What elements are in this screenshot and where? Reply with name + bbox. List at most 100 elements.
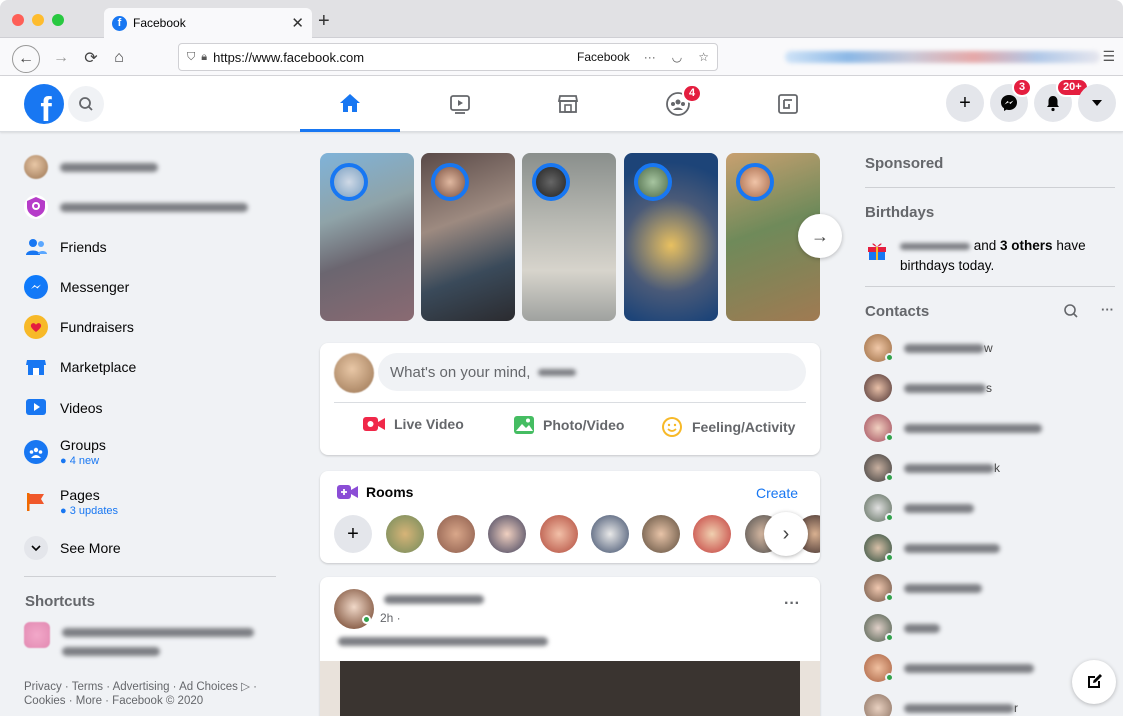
contact-item[interactable] bbox=[864, 532, 1000, 564]
close-tab-icon[interactable]: ✕ bbox=[291, 14, 304, 32]
rooms-next-chevron-icon[interactable]: › bbox=[764, 512, 808, 556]
sidebar-item-marketplace[interactable]: Marketplace bbox=[24, 349, 136, 385]
see-more-button[interactable]: See More bbox=[24, 530, 121, 566]
gaming-icon bbox=[778, 94, 798, 114]
shortcut-item[interactable] bbox=[24, 622, 254, 656]
browser-toolbar: ← → ⟳ ⌂ ⛉ 🔒︎ https://www.facebook.com Fa… bbox=[0, 38, 1123, 76]
post-options-icon[interactable]: ··· bbox=[784, 595, 800, 613]
story-card[interactable] bbox=[421, 153, 515, 321]
bookmark-star-icon[interactable]: ☆ bbox=[698, 50, 709, 64]
messenger-button[interactable]: 3 bbox=[990, 78, 1033, 122]
birthday-others: 3 others bbox=[1000, 238, 1053, 253]
feeling-activity-label: Feeling/Activity bbox=[692, 419, 796, 435]
room-avatar[interactable] bbox=[591, 515, 629, 553]
post-text-blurred bbox=[338, 637, 548, 646]
rooms-card: Rooms Create + › bbox=[320, 471, 820, 563]
pocket-icon[interactable]: ◡ bbox=[672, 50, 682, 64]
address-bar[interactable]: ⛉ 🔒︎ https://www.facebook.com Facebook ·… bbox=[178, 43, 718, 71]
avatar bbox=[532, 163, 570, 201]
sidebar-item-profile[interactable] bbox=[24, 149, 158, 185]
contact-item[interactable]: s bbox=[864, 372, 992, 404]
post-image[interactable] bbox=[320, 661, 820, 716]
contact-item[interactable]: k bbox=[864, 452, 1000, 484]
user-name-blurred bbox=[538, 368, 577, 376]
contacts-options-icon[interactable]: ··· bbox=[1101, 302, 1114, 317]
new-tab-icon[interactable]: + bbox=[318, 10, 330, 33]
room-avatar[interactable] bbox=[540, 515, 578, 553]
hamburger-menu-icon[interactable]: ☰ bbox=[1102, 48, 1115, 65]
zoom-window-button[interactable] bbox=[52, 14, 64, 26]
online-indicator bbox=[885, 673, 894, 682]
contact-name-blurred bbox=[904, 423, 1042, 433]
forward-icon[interactable]: → bbox=[48, 45, 74, 71]
contact-item[interactable] bbox=[864, 412, 1042, 444]
minimize-window-button[interactable] bbox=[32, 14, 44, 26]
sidebar-item-friends[interactable]: Friends bbox=[24, 229, 107, 265]
sidebar-item-pages[interactable]: Pages ● 3 updates bbox=[24, 482, 118, 522]
nav-watch-tab[interactable] bbox=[410, 76, 510, 132]
facebook-favicon-icon: f bbox=[112, 15, 127, 31]
nav-gaming-tab[interactable] bbox=[738, 76, 838, 132]
post-timestamp[interactable]: 2h · bbox=[380, 611, 401, 625]
stories-next-arrow-icon[interactable]: → bbox=[798, 214, 842, 258]
contact-item[interactable]: w bbox=[864, 332, 993, 364]
new-message-button[interactable] bbox=[1072, 660, 1116, 704]
notifications-button[interactable]: 20+ bbox=[1034, 78, 1089, 122]
reload-icon[interactable]: ⟳ bbox=[78, 45, 104, 71]
marketplace-icon bbox=[557, 95, 579, 113]
birthday-notice[interactable]: and 3 others have birthdays today. bbox=[866, 236, 1116, 276]
sidebar-item-label: Pages bbox=[60, 487, 100, 503]
room-avatar[interactable] bbox=[437, 515, 475, 553]
avatar bbox=[634, 163, 672, 201]
home-icon[interactable]: ⌂ bbox=[106, 45, 132, 71]
birthdays-heading: Birthdays bbox=[865, 204, 935, 221]
chevron-down-icon bbox=[24, 536, 48, 560]
create-button[interactable]: + bbox=[946, 84, 984, 122]
account-menu-button[interactable] bbox=[1078, 84, 1116, 122]
rooms-create-link[interactable]: Create bbox=[756, 485, 798, 501]
plus-icon: + bbox=[959, 91, 971, 114]
contact-item[interactable]: r bbox=[864, 692, 1018, 716]
sidebar-item-shortcut[interactable] bbox=[24, 189, 248, 225]
messenger-badge: 3 bbox=[1012, 78, 1033, 97]
photo-icon bbox=[514, 416, 534, 434]
search-icon[interactable] bbox=[68, 86, 104, 122]
photo-video-button[interactable]: Photo/Video bbox=[513, 415, 624, 435]
story-card[interactable] bbox=[624, 153, 718, 321]
contacts-search-icon[interactable] bbox=[1063, 303, 1079, 324]
contact-item[interactable] bbox=[864, 572, 982, 604]
contact-name-blurred bbox=[904, 543, 1000, 553]
footer-links[interactable]: Privacy · Terms · Advertising · Ad Choic… bbox=[24, 680, 286, 708]
nav-home-tab[interactable] bbox=[300, 76, 400, 132]
story-card[interactable] bbox=[522, 153, 616, 321]
sidebar-item-label: Videos bbox=[60, 400, 103, 416]
nav-groups-tab[interactable]: 4 bbox=[628, 76, 728, 132]
marketplace-icon bbox=[24, 355, 48, 379]
sidebar-item-groups[interactable]: Groups ● 4 new bbox=[24, 432, 106, 472]
room-avatar[interactable] bbox=[386, 515, 424, 553]
create-room-plus-icon[interactable]: + bbox=[334, 515, 372, 553]
back-icon[interactable]: ← bbox=[12, 45, 40, 73]
sidebar-item-fundraisers[interactable]: Fundraisers bbox=[24, 309, 134, 345]
story-card[interactable] bbox=[320, 153, 414, 321]
room-avatar[interactable] bbox=[642, 515, 680, 553]
tab-bar: f Facebook ✕ + bbox=[0, 0, 1123, 38]
feeling-activity-button[interactable]: Feeling/Activity bbox=[660, 415, 795, 439]
contact-item[interactable] bbox=[864, 612, 940, 644]
room-avatar[interactable] bbox=[693, 515, 731, 553]
live-video-button[interactable]: Live Video bbox=[362, 415, 464, 433]
birthday-line2: birthdays today. bbox=[900, 258, 995, 273]
facebook-logo-icon[interactable]: f bbox=[24, 84, 64, 124]
rooms-video-icon bbox=[337, 485, 358, 499]
sidebar-item-videos[interactable]: Videos bbox=[24, 390, 103, 426]
messenger-icon bbox=[24, 275, 48, 299]
contact-item[interactable] bbox=[864, 492, 974, 524]
room-avatar[interactable] bbox=[488, 515, 526, 553]
browser-tab[interactable]: f Facebook ✕ bbox=[104, 8, 312, 38]
contact-item[interactable] bbox=[864, 652, 1034, 684]
page-actions-icon[interactable]: ··· bbox=[644, 50, 656, 64]
nav-marketplace-tab[interactable] bbox=[518, 76, 618, 132]
whats-on-your-mind-input[interactable]: What's on your mind, bbox=[378, 353, 806, 391]
sidebar-item-messenger[interactable]: Messenger bbox=[24, 269, 129, 305]
close-window-button[interactable] bbox=[12, 14, 24, 26]
